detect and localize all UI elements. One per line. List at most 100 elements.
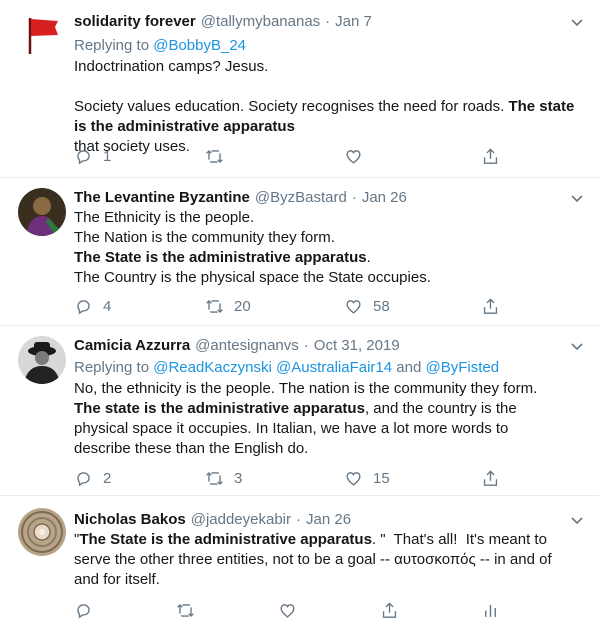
chevron-down-icon[interactable] [569, 190, 585, 206]
tweet-line: Society values education. Society recogn… [74, 98, 505, 115]
tweet-text: "The State is the administrative apparat… [74, 530, 584, 590]
like-button[interactable] [278, 600, 297, 620]
display-name[interactable]: Nicholas Bakos [74, 510, 186, 530]
chevron-down-icon[interactable] [569, 338, 585, 354]
retweet-button[interactable] [176, 600, 195, 620]
share-icon [483, 297, 498, 314]
like-count: 58 [373, 297, 390, 315]
tweet-line: The Nation is the community they form. [74, 229, 335, 246]
analytics-icon [485, 604, 496, 617]
retweet-icon [206, 471, 223, 485]
heart-icon [346, 149, 361, 164]
user-handle[interactable]: @jaddeyekabir [191, 510, 291, 530]
tweet-line: describe these than the English do. [74, 440, 309, 457]
tweet-line: , and the country is the [364, 400, 517, 417]
separator-dot: · [351, 189, 357, 206]
separator-dot: · [296, 511, 302, 528]
tweet-text: The Ethnicity is the people. The Nation … [74, 208, 584, 288]
retweet-count: 3 [234, 469, 243, 487]
retweet-count: 20 [234, 297, 251, 315]
photo-avatar-icon [18, 188, 66, 236]
avatar[interactable] [18, 188, 66, 236]
tweet-line: and for itself. [74, 571, 160, 588]
reply-icon [77, 471, 90, 487]
tweet-date[interactable]: Oct 31, 2019 [314, 336, 400, 356]
avatar[interactable] [18, 10, 66, 58]
photo-avatar-icon [18, 336, 66, 384]
reply-count: 2 [103, 469, 112, 487]
reply-icon [77, 149, 90, 165]
retweet-button[interactable] [205, 146, 234, 166]
retweet-icon [206, 149, 223, 163]
replying-to-label: Replying to [74, 37, 150, 54]
tweet-bold-text: The State is the administrative apparatu… [74, 249, 367, 266]
tweet[interactable]: Nicholas Bakos @jaddeyekabir · Jan 26 "T… [0, 496, 599, 630]
tweet-bold-text: The State is the administrative apparatu… [79, 531, 372, 548]
reply-button[interactable]: 4 [74, 296, 111, 316]
analytics-button[interactable] [481, 600, 500, 620]
share-icon [483, 469, 498, 486]
retweet-icon [177, 603, 194, 617]
reply-count: 4 [103, 297, 112, 315]
display-name[interactable]: solidarity forever [74, 12, 196, 32]
tweet-actions: 1 [74, 146, 584, 166]
avatar[interactable] [18, 336, 66, 384]
red-flag-icon [28, 18, 58, 54]
display-name[interactable]: The Levantine Byzantine [74, 188, 250, 208]
mention-link[interactable]: @ByFisted [425, 359, 499, 376]
user-handle[interactable]: @tallymybananas [201, 12, 320, 32]
reply-button[interactable]: 1 [74, 146, 111, 166]
tweet-line: physical space it occupies. In Italian, … [74, 420, 509, 437]
chevron-down-icon[interactable] [569, 512, 585, 528]
retweet-button[interactable]: 20 [205, 296, 251, 316]
tweet-line: serve the other three entities, not to b… [74, 551, 552, 568]
tweet[interactable]: solidarity forever @tallymybananas · Jan… [0, 0, 599, 178]
display-name[interactable]: Camicia Azzurra [74, 336, 190, 356]
user-handle[interactable]: @antesignanvs [195, 336, 299, 356]
like-button[interactable]: 15 [344, 468, 390, 488]
share-icon [483, 147, 498, 164]
user-handle[interactable]: @ByzBastard [255, 188, 347, 208]
tweet-line: No, the ethnicity is the people. The nat… [74, 380, 538, 397]
tweet[interactable]: The Levantine Byzantine @ByzBastard · Ja… [0, 178, 599, 326]
reply-button[interactable]: 2 [74, 468, 111, 488]
retweet-icon [206, 299, 223, 313]
tweet-date[interactable]: Jan 7 [335, 12, 372, 32]
tweet-line: The Country is the physical space the St… [74, 269, 431, 286]
heart-icon [280, 603, 295, 618]
heart-icon [346, 299, 361, 314]
chevron-down-icon[interactable] [569, 14, 585, 30]
separator-dot: · [325, 13, 331, 30]
tweet-date[interactable]: Jan 26 [362, 188, 407, 208]
reply-icon [77, 299, 90, 315]
separator-dot: · [303, 337, 309, 354]
and-label: and [396, 359, 422, 376]
tweet-feed: solidarity forever @tallymybananas · Jan… [0, 0, 599, 630]
tweet-line: The Ethnicity is the people. [74, 209, 255, 226]
tweet-actions: 4 20 58 [74, 296, 584, 316]
like-count: 15 [373, 469, 390, 487]
tweet-line: . [366, 249, 371, 266]
share-button[interactable] [481, 468, 500, 488]
share-button[interactable] [481, 296, 500, 316]
reply-icon [77, 603, 90, 619]
like-button[interactable] [344, 146, 373, 166]
dome-avatar-icon [18, 508, 66, 556]
tweet-actions [74, 600, 584, 620]
tweet-date[interactable]: Jan 26 [306, 510, 351, 530]
tweet[interactable]: Camicia Azzurra @antesignanvs · Oct 31, … [0, 326, 599, 496]
tweet-bold-text: The state is the administrative apparatu… [74, 400, 365, 417]
mention-link[interactable]: @BobbyB_24 [153, 37, 246, 54]
reply-button[interactable] [74, 600, 93, 620]
like-button[interactable]: 58 [344, 296, 390, 316]
avatar[interactable] [18, 508, 66, 556]
tweet-text: No, the ethnicity is the people. The nat… [74, 379, 584, 459]
mention-link[interactable]: @ReadKaczynski @AustraliaFair14 [153, 359, 392, 376]
tweet-text: Indoctrination camps? Jesus. Society val… [74, 57, 584, 157]
share-button[interactable] [481, 146, 500, 166]
retweet-button[interactable]: 3 [205, 468, 242, 488]
share-button[interactable] [380, 600, 399, 620]
replying-to-label: Replying to [74, 359, 150, 376]
share-icon [382, 601, 397, 618]
reply-count: 1 [103, 147, 112, 165]
